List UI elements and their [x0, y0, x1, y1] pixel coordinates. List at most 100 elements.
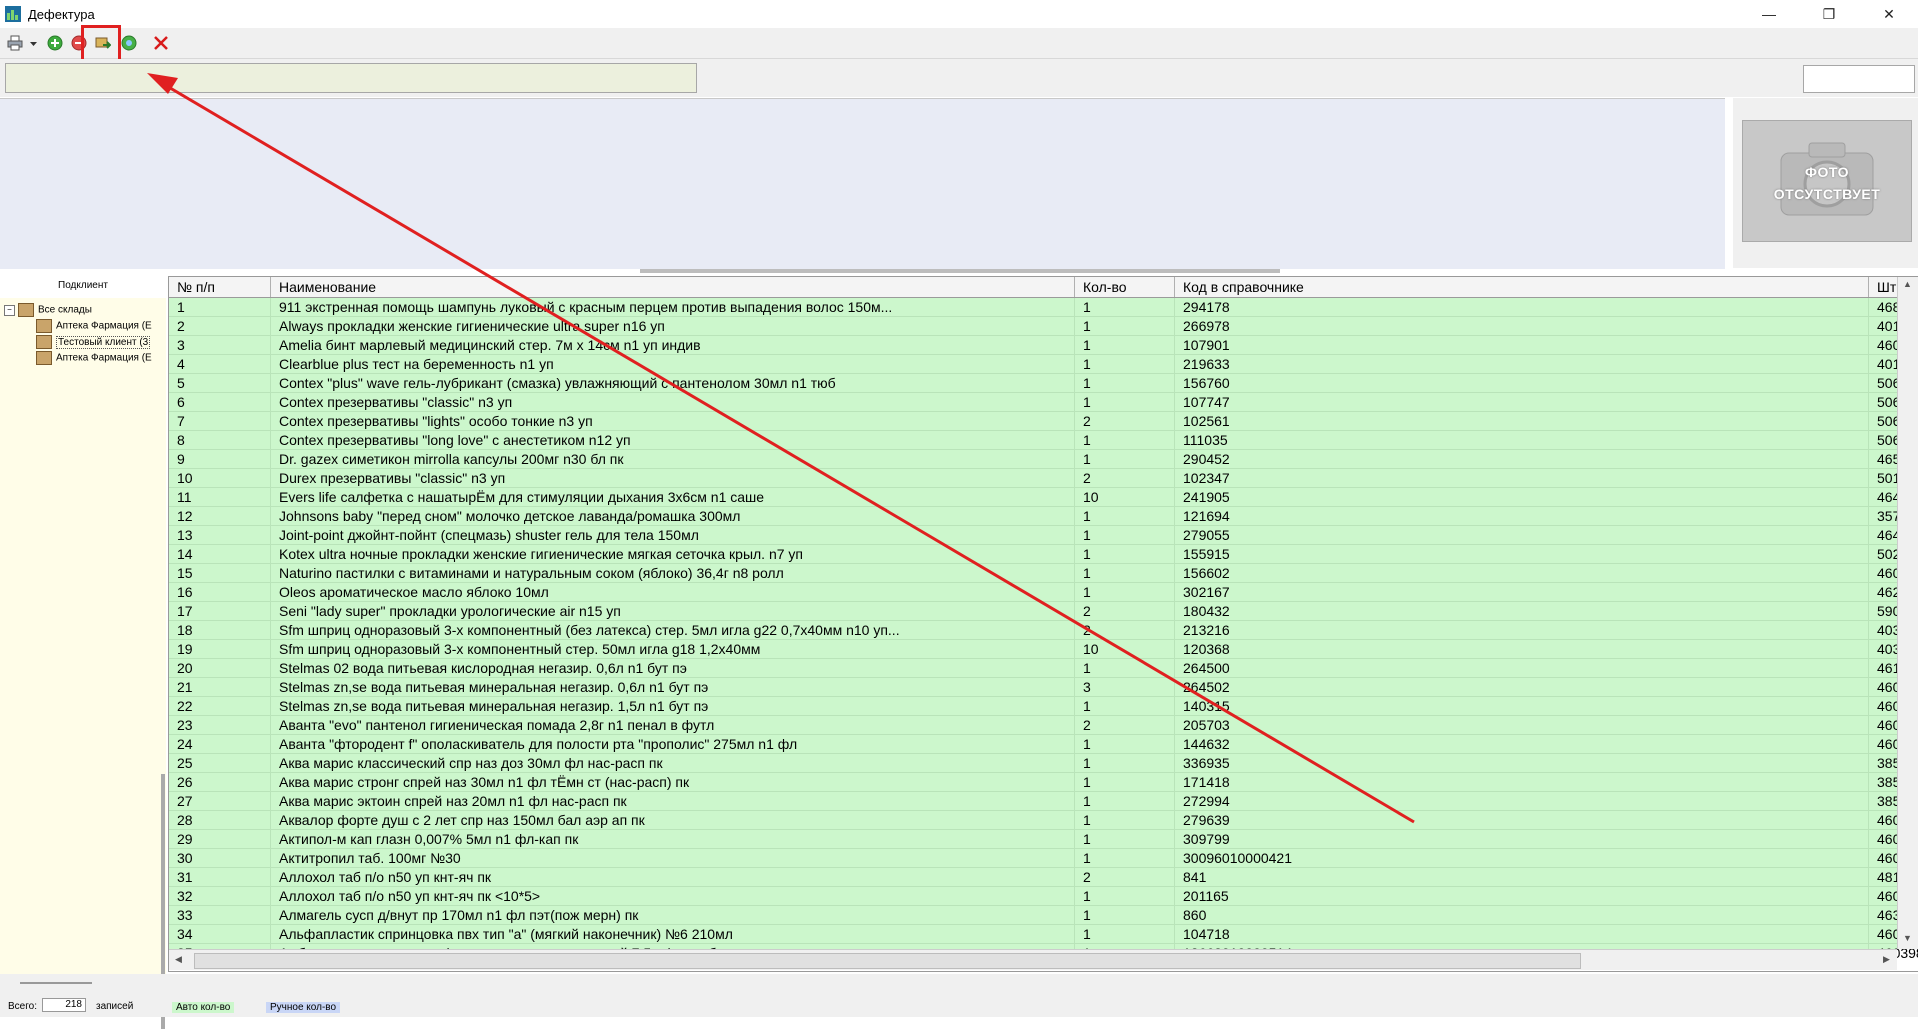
table-row[interactable]: 19 Sfm шприц одноразовый 3-х компонентный…: [169, 640, 1918, 659]
secondary-input[interactable]: [1803, 65, 1915, 93]
cell-name: 911 экстренная помощь шампунь луковый с …: [271, 298, 1075, 316]
cell-code: 860: [1175, 906, 1869, 924]
cell-qty: 1: [1075, 374, 1175, 392]
photo-pane: ФОТО ОТСУТСТВУЕТ: [1733, 98, 1918, 268]
no-photo-line1: ФОТО: [1805, 164, 1849, 180]
table-row[interactable]: 23 Аванта "evo" пантенол гигиеническая по…: [169, 716, 1918, 735]
scroll-up-icon[interactable]: ▲: [1903, 279, 1912, 289]
minimize-button[interactable]: —: [1746, 0, 1792, 28]
cell-qty: 1: [1075, 564, 1175, 582]
status-bar: Всего: 218 записей Авто кол-во Ручное ко…: [0, 974, 1918, 1017]
cell-number: 20: [169, 659, 271, 677]
table-row[interactable]: 2 Always прокладки женские гигиенические …: [169, 317, 1918, 336]
horizontal-scroll-thumb[interactable]: [194, 953, 1581, 969]
column-header-name[interactable]: Наименование: [271, 277, 1075, 297]
cell-code: 107747: [1175, 393, 1869, 411]
table-row[interactable]: 16 Oleos ароматическое масло яблоко 10мл 1…: [169, 583, 1918, 602]
cell-code: 264500: [1175, 659, 1869, 677]
cell-number: 12: [169, 507, 271, 525]
table-row[interactable]: 13 Joint-point джойнт-пойнт (спецмазь) sh…: [169, 526, 1918, 545]
cell-number: 13: [169, 526, 271, 544]
table-row[interactable]: 10 Durex презервативы "classic" n3 уп 2 102…: [169, 469, 1918, 488]
table-row[interactable]: 4 Clearblue plus тест на беременность n1 …: [169, 355, 1918, 374]
table-row[interactable]: 26 Аква марис стронг спрей наз 30мл n1 фл…: [169, 773, 1918, 792]
table-row[interactable]: 20 Stelmas 02 вода питьевая кислородная н…: [169, 659, 1918, 678]
table-row[interactable]: 18 Sfm шприц одноразовый 3-х компонентный…: [169, 621, 1918, 640]
table-row[interactable]: 27 Аква марис эктоин спрей наз 20мл n1 фл…: [169, 792, 1918, 811]
tree-item-pharmacy-1[interactable]: Аптека Фармация (Е: [36, 319, 152, 333]
cell-code: 201165: [1175, 887, 1869, 905]
table-row[interactable]: 7 Contex презервативы "lights" особо тонк…: [169, 412, 1918, 431]
cell-qty: 1: [1075, 317, 1175, 335]
tree-item-pharmacy-2[interactable]: Аптека Фармация (Е: [36, 351, 152, 365]
table-row[interactable]: 3 Amelia бинт марлевый медицинский стер. …: [169, 336, 1918, 355]
cell-qty: 3: [1075, 678, 1175, 696]
grid-vertical-scrollbar[interactable]: ▲ ▼: [1897, 277, 1918, 949]
column-header-code[interactable]: Код в справочнике: [1175, 277, 1869, 297]
scroll-down-icon[interactable]: ▼: [1903, 933, 1912, 943]
no-photo-placeholder: ФОТО ОТСУТСТВУЕТ: [1742, 120, 1912, 242]
cell-number: 33: [169, 906, 271, 924]
table-row[interactable]: 25 Аква марис классический спр наз доз 30…: [169, 754, 1918, 773]
column-header-number[interactable]: № п/п: [169, 277, 271, 297]
table-row[interactable]: 5 Contex "plus" wave гель-лубрикант (смаз…: [169, 374, 1918, 393]
table-row[interactable]: 15 Naturino пастилки с витаминами и натур…: [169, 564, 1918, 583]
cell-number: 14: [169, 545, 271, 563]
maximize-button[interactable]: ❐: [1806, 0, 1852, 28]
legend-manual-qty: Ручное кол-во: [266, 1002, 341, 1013]
cell-code: 336935: [1175, 754, 1869, 772]
dropdown-arrow-icon[interactable]: [29, 35, 38, 51]
scroll-left-icon[interactable]: ◀: [175, 954, 182, 965]
cell-qty: 1: [1075, 925, 1175, 943]
table-row[interactable]: 12 Johnsons baby "перед сном" молочко дет…: [169, 507, 1918, 526]
cell-number: 28: [169, 811, 271, 829]
table-row[interactable]: 24 Аванта "фтородент f" ополаскиватель дл…: [169, 735, 1918, 754]
table-row[interactable]: 28 Аквалор форте душ с 2 лет спр наз 150м…: [169, 811, 1918, 830]
close-window-button[interactable]: ✕: [1866, 0, 1912, 28]
cell-name: Contex "plus" wave гель-лубрикант (смазк…: [271, 374, 1075, 392]
warehouse-icon: [36, 351, 52, 365]
cell-name: Oleos ароматическое масло яблоко 10мл: [271, 583, 1075, 601]
printer-icon[interactable]: [7, 35, 23, 51]
cell-number: 7: [169, 412, 271, 430]
delete-icon[interactable]: [153, 35, 169, 51]
table-row[interactable]: 8 Contex презервативы "long love" с анест…: [169, 431, 1918, 450]
table-row[interactable]: 33 Алмагель сусп д/внут пр 170мл n1 фл пэ…: [169, 906, 1918, 925]
table-row[interactable]: 31Аллохол таб п/о n50 уп кнт-яч пк284148…: [169, 868, 1918, 887]
filter-row: [0, 59, 1918, 97]
table-row[interactable]: 1 911 экстренная помощь шампунь луковый с…: [169, 298, 1918, 317]
cell-qty: 1: [1075, 355, 1175, 373]
table-row[interactable]: 34 Альфапластик спринцовка пвх тип "а" (м…: [169, 925, 1918, 944]
refresh-icon[interactable]: [121, 35, 137, 51]
filter-input[interactable]: [5, 63, 697, 93]
table-row[interactable]: 29 Актипол-м кап глазн 0,007% 5мл n1 фл-к…: [169, 830, 1918, 849]
scroll-right-icon[interactable]: ▶: [1883, 954, 1890, 965]
cell-code: 219633: [1175, 355, 1869, 373]
collapse-icon[interactable]: −: [4, 304, 15, 316]
tree-item-test-client[interactable]: Тестовый клиент (3: [36, 335, 151, 349]
tree-item-all[interactable]: − Все склады: [4, 303, 92, 317]
table-row[interactable]: 21 Stelmas zn,se вода питьевая минеральна…: [169, 678, 1918, 697]
cell-number: 30: [169, 849, 271, 867]
cell-code: 144632: [1175, 735, 1869, 753]
table-row[interactable]: 6 Contex презервативы "classic" n3 уп 1 107…: [169, 393, 1918, 412]
cell-name: Актипол-м кап глазн 0,007% 5мл n1 фл-кап…: [271, 830, 1075, 848]
cell-name: Johnsons baby "перед сном" молочко детск…: [271, 507, 1075, 525]
cell-qty: 1: [1075, 754, 1175, 772]
add-icon[interactable]: [47, 35, 63, 51]
table-row[interactable]: 22 Stelmas zn,se вода питьевая минеральна…: [169, 697, 1918, 716]
panel-splitter[interactable]: [640, 269, 1280, 273]
table-row[interactable]: 11 Evers life салфетка с нашатырЁм для ст…: [169, 488, 1918, 507]
column-header-qty[interactable]: Кол-во: [1075, 277, 1175, 297]
cell-number: 24: [169, 735, 271, 753]
grid-horizontal-scrollbar[interactable]: ◀ ▶: [169, 949, 1897, 970]
table-row[interactable]: 14 Kotex ultra ночные прокладки женские г…: [169, 545, 1918, 564]
warehouse-icon: [36, 335, 52, 349]
table-row[interactable]: 17 Seni "lady super" прокладки урологичес…: [169, 602, 1918, 621]
grid-rows: 1 911 экстренная помощь шампунь луковый с…: [169, 298, 1918, 963]
grid-header: № п/п Наименование Кол-во Код в справочн…: [169, 277, 1918, 298]
table-row[interactable]: 32 Аллохол таб п/о n50 уп кнт-яч пк <10*5…: [169, 887, 1918, 906]
cell-number: 8: [169, 431, 271, 449]
table-row[interactable]: 30 Актитропил таб. 100мг №30 1 300960100004…: [169, 849, 1918, 868]
table-row[interactable]: 9 Dr. gazex симетикон mirrolla капсулы 20…: [169, 450, 1918, 469]
